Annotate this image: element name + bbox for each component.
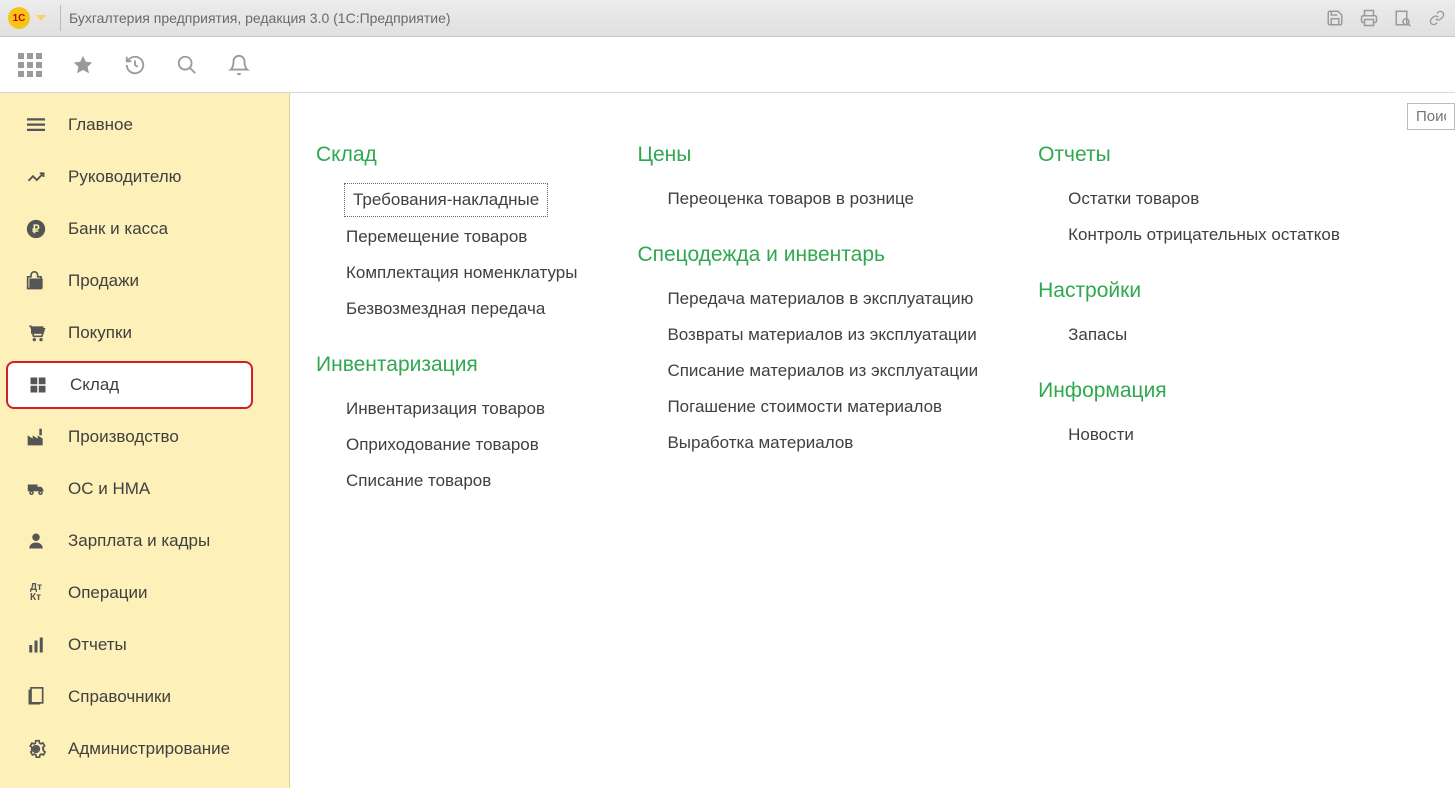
content-column-1: Цены Переоценка товаров в рознице Спецодеж… xyxy=(637,117,978,788)
boxes-icon xyxy=(26,376,50,394)
content-column-0: Склад Требования-накладныеПеремещение тов… xyxy=(316,117,577,788)
menu-link[interactable]: Погашение стоимости материалов xyxy=(637,389,978,425)
sidebar-item-label: Руководителю xyxy=(68,167,181,187)
section-title[interactable]: Настройки xyxy=(1038,279,1340,303)
menu-link[interactable]: Оприходование товаров xyxy=(316,427,577,463)
sidebar-item-1[interactable]: Руководителю xyxy=(0,151,289,203)
menu-link[interactable]: Комплектация номенклатуры xyxy=(316,255,577,291)
svg-text:₽: ₽ xyxy=(32,223,40,236)
history-icon[interactable] xyxy=(124,54,146,76)
menu-link[interactable]: Требования-накладные xyxy=(344,183,548,217)
section-title[interactable]: Цены xyxy=(637,143,978,167)
sidebar-item-0[interactable]: Главное xyxy=(0,99,289,151)
sidebar-item-label: Покупки xyxy=(68,323,132,343)
app-menu-dropdown-icon[interactable] xyxy=(36,15,46,21)
menu-link[interactable]: Безвозмездная передача xyxy=(316,291,577,327)
sidebar-item-3[interactable]: Продажи xyxy=(0,255,289,307)
sidebar-item-11[interactable]: Справочники xyxy=(0,671,289,723)
sidebar-item-12[interactable]: Администрирование xyxy=(0,723,289,775)
bell-icon[interactable] xyxy=(228,54,250,76)
menu-link[interactable]: Списание материалов из эксплуатации xyxy=(637,353,978,389)
menu-link[interactable]: Выработка материалов xyxy=(637,425,978,461)
link-icon[interactable] xyxy=(1427,8,1447,28)
person-icon xyxy=(24,531,48,551)
sidebar-item-4[interactable]: Покупки xyxy=(0,307,289,359)
sidebar-item-label: Отчеты xyxy=(68,635,127,655)
sidebar-item-2[interactable]: ₽ Банк и касса xyxy=(0,203,289,255)
titlebar-divider xyxy=(60,5,61,31)
content-column-2: Отчеты Остатки товаровКонтроль отрицатель… xyxy=(1038,117,1340,788)
books-icon xyxy=(24,687,48,707)
bag-icon xyxy=(24,271,48,291)
main-toolbar xyxy=(0,37,1455,93)
save-icon[interactable] xyxy=(1325,8,1345,28)
sidebar-item-label: Справочники xyxy=(68,687,171,707)
section-title[interactable]: Информация xyxy=(1038,379,1340,403)
sidebar-item-9[interactable]: ДтКт Операции xyxy=(0,567,289,619)
gear-icon xyxy=(24,739,48,759)
apps-grid-icon[interactable] xyxy=(18,53,42,77)
sidebar-item-label: Главное xyxy=(68,115,133,135)
chart-icon xyxy=(24,168,48,186)
sidebar-item-label: Операции xyxy=(68,583,148,603)
sidebar-item-5[interactable]: Склад xyxy=(6,361,253,409)
window-title: Бухгалтерия предприятия, редакция 3.0 (1… xyxy=(69,10,451,26)
ruble-icon: ₽ xyxy=(24,219,48,239)
sidebar-item-label: Склад xyxy=(70,375,119,395)
app-logo-icon: 1С xyxy=(8,7,30,29)
titlebar: 1С Бухгалтерия предприятия, редакция 3.0… xyxy=(0,0,1455,37)
menu-link[interactable]: Возвраты материалов из эксплуатации xyxy=(637,317,978,353)
sidebar-item-7[interactable]: ОС и НМА xyxy=(0,463,289,515)
favorites-star-icon[interactable] xyxy=(72,54,94,76)
section-title[interactable]: Инвентаризация xyxy=(316,353,577,377)
factory-icon xyxy=(24,427,48,447)
menu-link[interactable]: Перемещение товаров xyxy=(316,219,577,255)
menu-icon xyxy=(24,116,48,134)
sidebar-item-label: Банк и касса xyxy=(68,219,168,239)
bars-icon xyxy=(24,636,48,654)
menu-link[interactable]: Списание товаров xyxy=(316,463,577,499)
sidebar: Главное Руководителю ₽ Банк и касса Продажи П… xyxy=(0,93,290,788)
print-icon[interactable] xyxy=(1359,8,1379,28)
menu-link[interactable]: Передача материалов в эксплуатацию xyxy=(637,281,978,317)
section-title[interactable]: Спецодежда и инвентарь xyxy=(637,243,978,267)
section-title[interactable]: Склад xyxy=(316,143,577,167)
sidebar-item-label: Зарплата и кадры xyxy=(68,531,210,551)
dtkt-icon: ДтКт xyxy=(24,583,48,603)
cart-icon xyxy=(24,323,48,343)
search-input[interactable] xyxy=(1407,103,1455,130)
sidebar-item-label: Производство xyxy=(68,427,179,447)
menu-link[interactable]: Новости xyxy=(1038,417,1340,453)
sidebar-item-label: ОС и НМА xyxy=(68,479,150,499)
content-area: Склад Требования-накладныеПеремещение тов… xyxy=(290,93,1455,788)
sidebar-item-10[interactable]: Отчеты xyxy=(0,619,289,671)
truck-icon xyxy=(24,480,48,498)
search-icon[interactable] xyxy=(176,54,198,76)
sidebar-item-label: Продажи xyxy=(68,271,139,291)
section-title[interactable]: Отчеты xyxy=(1038,143,1340,167)
preview-icon[interactable] xyxy=(1393,8,1413,28)
menu-link[interactable]: Остатки товаров xyxy=(1038,181,1340,217)
menu-link[interactable]: Инвентаризация товаров xyxy=(316,391,577,427)
menu-link[interactable]: Запасы xyxy=(1038,317,1340,353)
menu-link[interactable]: Контроль отрицательных остатков xyxy=(1038,217,1340,253)
menu-link[interactable]: Переоценка товаров в рознице xyxy=(637,181,978,217)
sidebar-item-6[interactable]: Производство xyxy=(0,411,289,463)
sidebar-item-8[interactable]: Зарплата и кадры xyxy=(0,515,289,567)
sidebar-item-label: Администрирование xyxy=(68,739,230,759)
